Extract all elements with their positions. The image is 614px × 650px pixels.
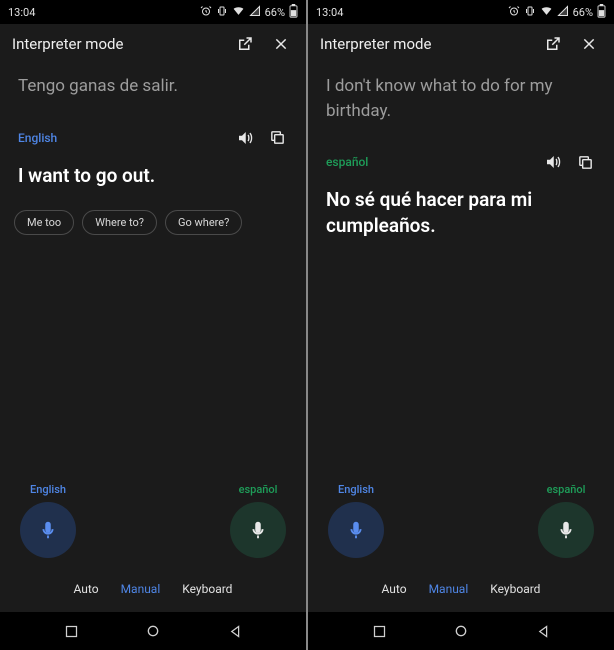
status-indicators: 66% — [200, 4, 298, 21]
signal-icon — [557, 5, 569, 20]
target-text: No sé qué hacer para mi cumpleaños. — [326, 187, 596, 238]
vibrate-icon — [216, 5, 228, 20]
mic-button-english[interactable] — [20, 502, 76, 558]
mic-spanish: español — [230, 483, 286, 558]
mic-lang-label: español — [547, 483, 586, 496]
mic-english: English — [20, 483, 76, 558]
source-text: Tengo ganas de salir. — [18, 74, 288, 99]
status-time: 13:04 — [8, 6, 35, 19]
mic-button-english[interactable] — [328, 502, 384, 558]
mode-tab-manual[interactable]: Manual — [121, 582, 161, 596]
app-title: Interpreter mode — [320, 35, 530, 53]
mode-tabs: Auto Manual Keyboard — [328, 572, 594, 606]
mic-area: English español Auto Manual Keyboard — [0, 483, 306, 612]
status-indicators: 66% — [508, 4, 606, 21]
mic-lang-label: español — [239, 483, 278, 496]
nav-back-button[interactable] — [215, 624, 255, 639]
mic-lang-label: English — [30, 483, 66, 496]
suggestion-chips: Me too Where to? Go where? — [0, 198, 306, 247]
mic-area: English español Auto Manual Keyboard — [308, 483, 614, 612]
mic-button-spanish[interactable] — [538, 502, 594, 558]
suggestion-chip[interactable]: Go where? — [165, 210, 242, 235]
mic-spanish: español — [538, 483, 594, 558]
mode-tab-auto[interactable]: Auto — [382, 582, 407, 596]
nav-home-button[interactable] — [133, 623, 173, 639]
target-header: English — [0, 117, 306, 159]
target-text: I want to go out. — [18, 163, 288, 189]
open-external-button[interactable] — [232, 31, 258, 57]
suggestion-chip[interactable]: Me too — [14, 210, 74, 235]
wifi-icon — [232, 4, 245, 20]
speak-button[interactable] — [232, 125, 258, 151]
target-language-label[interactable]: español — [326, 155, 534, 169]
mode-tab-keyboard[interactable]: Keyboard — [182, 582, 232, 596]
android-nav-bar — [308, 612, 614, 650]
signal-icon — [249, 5, 261, 20]
vibrate-icon — [524, 5, 536, 20]
battery-icon — [289, 4, 298, 21]
nav-recent-button[interactable] — [359, 624, 399, 639]
mode-tab-keyboard[interactable]: Keyboard — [490, 582, 540, 596]
source-section: I don't know what to do for my birthday. — [308, 64, 614, 141]
source-section: Tengo ganas de salir. — [0, 64, 306, 117]
alarm-icon — [508, 5, 520, 20]
close-button[interactable] — [268, 31, 294, 57]
status-time: 13:04 — [316, 6, 343, 19]
mic-lang-label: English — [338, 483, 374, 496]
mode-tabs: Auto Manual Keyboard — [20, 572, 286, 606]
screenshot-right: 13:04 66% Interpreter mode — [308, 0, 614, 650]
nav-home-button[interactable] — [441, 623, 481, 639]
battery-percent: 66% — [573, 6, 593, 19]
close-button[interactable] — [576, 31, 602, 57]
copy-button[interactable] — [264, 125, 290, 151]
status-bar: 13:04 66% — [308, 0, 614, 24]
copy-button[interactable] — [572, 149, 598, 175]
battery-percent: 66% — [265, 6, 285, 19]
suggestion-chip[interactable]: Where to? — [82, 210, 157, 235]
mode-tab-auto[interactable]: Auto — [74, 582, 99, 596]
target-section: No sé qué hacer para mi cumpleaños. — [308, 183, 614, 248]
android-nav-bar — [0, 612, 306, 650]
app-header: Interpreter mode — [308, 24, 614, 64]
alarm-icon — [200, 5, 212, 20]
mode-tab-manual[interactable]: Manual — [429, 582, 469, 596]
target-language-label[interactable]: English — [18, 131, 226, 145]
app-header: Interpreter mode — [0, 24, 306, 64]
speak-button[interactable] — [540, 149, 566, 175]
source-text: I don't know what to do for my birthday. — [326, 74, 596, 123]
mic-english: English — [328, 483, 384, 558]
target-header: español — [308, 141, 614, 183]
target-section: I want to go out. — [0, 159, 306, 199]
nav-back-button[interactable] — [523, 624, 563, 639]
app-title: Interpreter mode — [12, 35, 222, 53]
mic-button-spanish[interactable] — [230, 502, 286, 558]
open-external-button[interactable] — [540, 31, 566, 57]
status-bar: 13:04 66% — [0, 0, 306, 24]
wifi-icon — [540, 4, 553, 20]
nav-recent-button[interactable] — [51, 624, 91, 639]
screenshot-left: 13:04 66% Interpreter mode — [0, 0, 306, 650]
battery-icon — [597, 4, 606, 21]
